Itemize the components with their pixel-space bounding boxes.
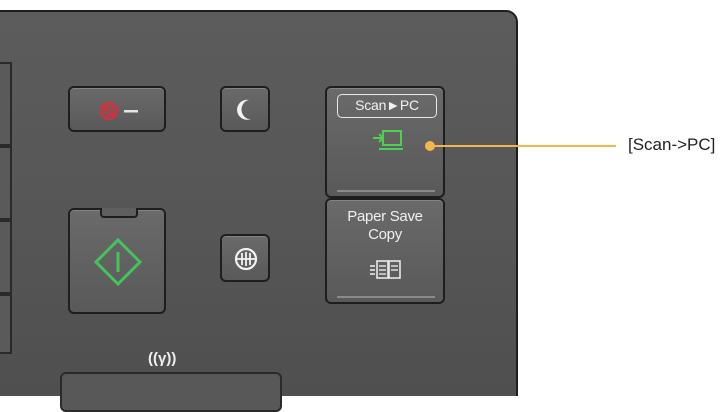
start-diamond-icon xyxy=(93,237,143,287)
scan-to-pc-icon xyxy=(373,130,403,150)
stop-button[interactable] xyxy=(68,86,166,132)
callout-label: [Scan->PC] xyxy=(628,135,716,154)
side-tab xyxy=(0,146,12,220)
button-divider xyxy=(337,190,435,192)
side-tab xyxy=(0,62,12,146)
paper-save-copy-label: Paper Save Copy xyxy=(327,208,443,244)
sleep-button[interactable] xyxy=(220,86,270,132)
paper-save-copy-icon xyxy=(370,260,401,279)
moon-icon xyxy=(237,99,251,120)
display-slot xyxy=(60,372,282,412)
stop-icon xyxy=(99,101,138,121)
id-copy-button[interactable] xyxy=(220,234,270,282)
side-tab xyxy=(0,220,12,294)
paper-save-copy-button[interactable]: Paper Save Copy xyxy=(325,198,445,304)
paper-save-label-line2: Copy xyxy=(368,226,402,243)
control-panel: Scan►PC Paper Save Copy ((γ)) xyxy=(0,10,518,396)
wifi-indicator-label: ((γ)) xyxy=(148,350,177,367)
side-tab xyxy=(0,294,12,354)
id-copy-icon xyxy=(234,247,258,271)
button-divider xyxy=(337,296,435,298)
scan-to-pc-label: Scan►PC xyxy=(337,94,437,118)
start-indicator xyxy=(100,208,138,218)
start-button[interactable] xyxy=(68,208,166,314)
callout-line xyxy=(430,145,616,147)
paper-save-label-line1: Paper Save xyxy=(347,208,423,225)
